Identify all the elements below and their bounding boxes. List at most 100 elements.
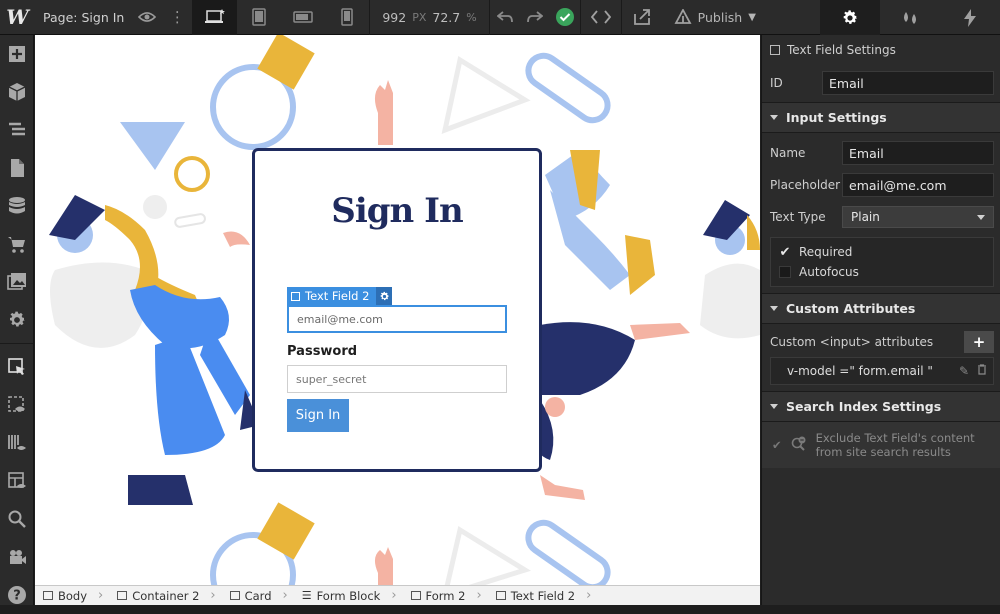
mobile-portrait-icon[interactable]: [325, 0, 369, 35]
navigator-icon[interactable]: [0, 111, 34, 149]
input-settings-header[interactable]: Input Settings: [762, 102, 1000, 133]
cms-database-icon[interactable]: [0, 187, 34, 225]
autofocus-checkbox[interactable]: [779, 266, 791, 278]
element-settings-gear-icon[interactable]: [376, 287, 393, 305]
xray-icon[interactable]: [0, 424, 34, 462]
required-option[interactable]: ✔ Required: [779, 242, 985, 262]
password-field[interactable]: super_secret: [287, 365, 507, 393]
id-label: ID: [770, 76, 783, 90]
search-index-header[interactable]: Search Index Settings: [762, 391, 1000, 422]
undo-icon[interactable]: [490, 0, 520, 35]
breadcrumb-item-container[interactable]: Container 2 ›: [109, 586, 221, 605]
width-unit: PX: [412, 10, 427, 24]
help-icon[interactable]: ?: [0, 576, 34, 614]
breadcrumb-item-form-block[interactable]: ☰ Form Block ›: [294, 586, 403, 605]
page-selector[interactable]: Page: Sign In: [35, 10, 132, 25]
required-checkbox-check-icon[interactable]: ✔: [779, 245, 791, 260]
left-toolbar: ?: [0, 35, 34, 605]
ecommerce-cart-icon[interactable]: [0, 225, 34, 263]
assets-images-icon[interactable]: [0, 263, 34, 301]
collapse-triangle-icon: [770, 404, 778, 409]
top-toolbar: W Page: Sign In ⋮ 992 PX 72.7 % Publish …: [0, 0, 1000, 35]
breadcrumb-item-form[interactable]: Form 2 ›: [403, 586, 488, 605]
style-tab-drops-icon[interactable]: [880, 0, 940, 35]
select-tool-icon[interactable]: [0, 348, 34, 386]
webflow-logo[interactable]: W: [0, 0, 35, 35]
dancer-shoe-right: [625, 235, 655, 295]
redo-icon[interactable]: [520, 0, 550, 35]
panel-title: Text Field Settings: [787, 42, 896, 57]
mobile-landscape-icon[interactable]: [281, 0, 325, 35]
gray-triangle-shape: [441, 56, 531, 134]
settings-tab-gear-icon[interactable]: [820, 0, 880, 35]
tablet-breakpoint-icon[interactable]: [237, 0, 281, 35]
publish-button[interactable]: Publish ▼: [662, 0, 768, 35]
preview-selection-icon[interactable]: [0, 386, 34, 424]
id-input[interactable]: Email: [822, 71, 994, 95]
figure-shirt: [50, 262, 149, 348]
video-tutorials-icon[interactable]: [0, 538, 34, 576]
figure-hat: [49, 195, 105, 240]
email-field[interactable]: email@me.com: [287, 305, 507, 333]
input-options: ✔ Required Autofocus: [770, 237, 994, 287]
raised-hand-shape: [374, 80, 393, 145]
placeholder-input[interactable]: email@me.com: [842, 173, 994, 197]
page-name: Sign In: [81, 9, 125, 25]
attribute-row[interactable]: v-model =" form.email " ✎: [770, 357, 994, 385]
symbols-cube-icon[interactable]: [0, 73, 34, 111]
export-icon[interactable]: [622, 0, 662, 35]
body-icon: [43, 591, 53, 600]
search-exclude-option[interactable]: ✔ Exclude Text Field's content from site…: [762, 422, 1000, 468]
collapse-triangle-icon: [770, 306, 778, 311]
more-options-icon[interactable]: ⋮: [162, 0, 192, 35]
sign-in-card[interactable]: Sign In Text Field 2 email@me.com Passwo…: [252, 148, 542, 472]
saved-check-icon: [550, 0, 580, 35]
width-value: 992: [382, 9, 407, 25]
pages-icon[interactable]: [0, 149, 34, 187]
dancer-torso: [540, 322, 635, 395]
placeholder-label: Placeholder: [770, 178, 841, 192]
autofocus-option[interactable]: Autofocus: [779, 262, 985, 282]
preview-eye-icon[interactable]: [132, 0, 162, 35]
delete-trash-icon[interactable]: [977, 364, 987, 378]
form-block-icon: ☰: [301, 589, 312, 602]
name-input[interactable]: Email: [842, 141, 994, 165]
code-icon[interactable]: [581, 0, 621, 35]
yellow-ring-shape: [174, 156, 210, 192]
figure-shoe-left: [128, 475, 193, 505]
breadcrumb-item-card[interactable]: Card ›: [222, 586, 294, 605]
panel-tabs: [820, 0, 1000, 35]
search-icon[interactable]: [0, 500, 34, 538]
edge-figure-shirt: [700, 263, 760, 339]
audit-layout-icon[interactable]: [0, 462, 34, 500]
interactions-tab-bolt-icon[interactable]: [940, 0, 1000, 35]
svg-text:?: ?: [13, 589, 21, 604]
yellow-square-shape: [257, 35, 315, 90]
element-square-icon: [291, 291, 300, 301]
collapse-triangle-icon: [770, 115, 778, 120]
desktop-breakpoint-icon[interactable]: [193, 0, 238, 35]
text-type-select[interactable]: Plain: [842, 206, 994, 228]
canvas-dimensions: 992 PX 72.7 %: [370, 0, 488, 35]
add-attribute-plus-icon[interactable]: +: [964, 331, 994, 353]
text-field-icon: [495, 591, 506, 600]
breadcrumb-item-text-field[interactable]: Text Field 2 ›: [488, 586, 598, 605]
edit-pencil-icon[interactable]: ✎: [959, 364, 969, 378]
panel-header: Text Field Settings: [762, 35, 1000, 64]
page-label: Page:: [43, 9, 78, 25]
sign-in-button[interactable]: Sign In: [287, 399, 349, 432]
exclude-check-icon[interactable]: ✔: [772, 438, 782, 452]
custom-attributes-label: Custom <input> attributes: [770, 335, 934, 349]
chevron-down-icon: [977, 214, 985, 220]
dancer-head: [545, 397, 565, 417]
settings-gear-icon[interactable]: [0, 301, 34, 339]
chevron-right-icon: ›: [282, 588, 288, 603]
custom-attributes-header[interactable]: Custom Attributes: [762, 293, 1000, 324]
div-block-icon: [229, 591, 240, 600]
add-panel-plus-icon[interactable]: [0, 35, 34, 73]
chevron-right-icon: ›: [210, 588, 216, 603]
selected-element-tag[interactable]: Text Field 2: [287, 287, 393, 305]
breadcrumb-item-body[interactable]: Body ›: [35, 586, 109, 605]
design-canvas[interactable]: Sign In Text Field 2 email@me.com Passwo…: [35, 35, 760, 585]
figure-hand: [223, 231, 250, 247]
